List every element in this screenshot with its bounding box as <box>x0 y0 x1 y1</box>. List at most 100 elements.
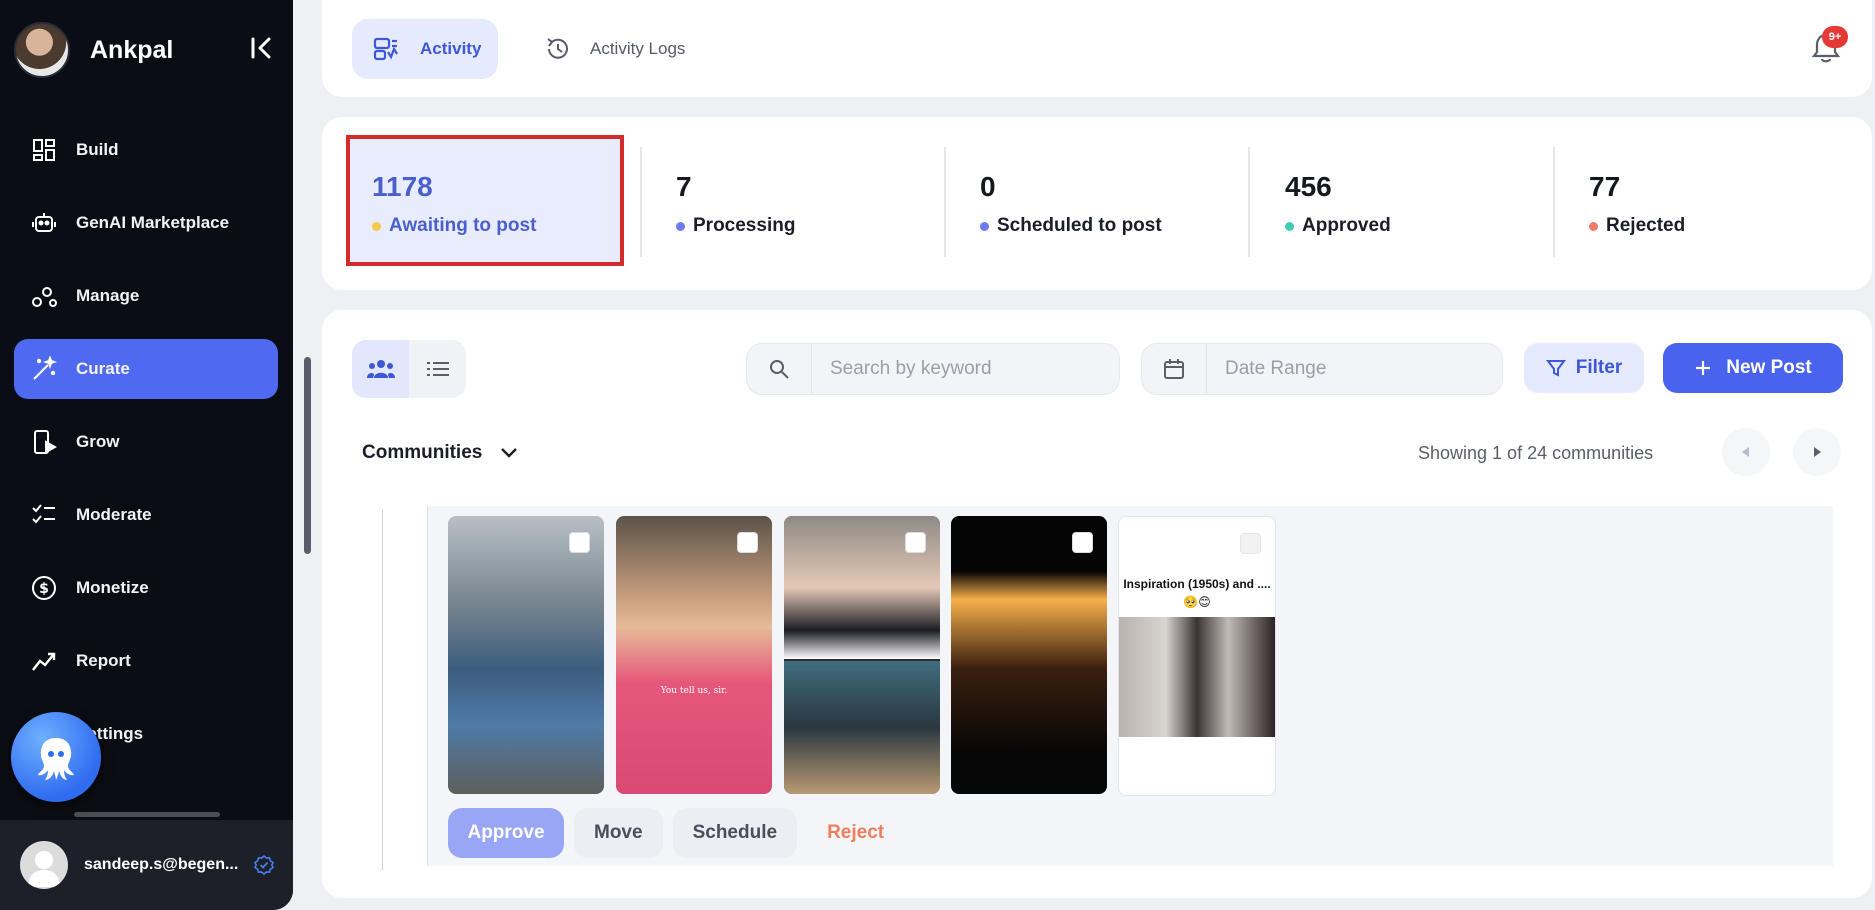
post-thumbnail[interactable] <box>951 516 1107 794</box>
thumbnail-image <box>1119 617 1275 737</box>
list-icon <box>426 362 449 376</box>
sidebar-scrollbar-horizontal[interactable] <box>74 812 220 817</box>
main-panel: Search by keyword Date Range Filter New … <box>322 310 1872 898</box>
previous-page-button[interactable] <box>1722 428 1770 476</box>
stat-scheduled-to-post[interactable]: 0 Scheduled to post <box>958 139 1228 262</box>
stat-label-row: Approved <box>1285 215 1391 237</box>
status-dot <box>372 221 381 231</box>
nodes-icon <box>30 282 58 310</box>
stat-value: 77 <box>1589 171 1621 202</box>
post-select-checkbox[interactable] <box>1240 533 1261 554</box>
tab-activity[interactable]: Activity <box>352 19 498 79</box>
divider <box>944 147 946 257</box>
top-bar: Activity Activity Logs 9+ <box>322 0 1872 97</box>
stat-label: Scheduled to post <box>997 215 1162 236</box>
stat-processing[interactable]: 7 Processing <box>654 139 924 262</box>
post-thumbnail[interactable] <box>784 516 940 794</box>
status-dot <box>980 221 989 231</box>
brand-avatar <box>14 22 70 78</box>
filter-button[interactable]: Filter <box>1524 343 1644 393</box>
post-caption: You tell us, sir. <box>660 686 728 696</box>
sidebar-item-report[interactable]: Report <box>14 631 278 691</box>
post-thumbnail[interactable] <box>448 516 604 794</box>
chevron-left-icon <box>1742 447 1749 457</box>
user-profile[interactable]: sandeep.s@begen... <box>0 820 293 910</box>
stat-label: Rejected <box>1606 215 1686 236</box>
new-post-button[interactable]: New Post <box>1663 343 1843 393</box>
avatar <box>20 841 68 889</box>
users-group-icon <box>366 360 395 378</box>
history-icon <box>544 35 572 63</box>
search-input[interactable]: Search by keyword <box>830 358 992 380</box>
date-range-picker[interactable]: Date Range <box>1141 343 1503 395</box>
status-dot <box>676 221 685 231</box>
reject-button[interactable]: Reject <box>807 808 904 858</box>
activity-icon <box>372 35 400 63</box>
notification-badge: 9+ <box>1822 26 1848 48</box>
post-select-checkbox[interactable] <box>905 532 926 553</box>
divider <box>1248 147 1250 257</box>
post-select-checkbox[interactable] <box>569 532 590 553</box>
list-view-button[interactable] <box>409 340 466 398</box>
communities-label: Communities <box>362 442 483 463</box>
sidebar: Ankpal Build GenAI Marketplace Manage Cu… <box>0 0 293 910</box>
stat-value: 7 <box>676 171 692 202</box>
stat-label-row: Processing <box>676 215 795 237</box>
thumbnail-frame <box>784 661 940 794</box>
search-box[interactable]: Search by keyword <box>746 343 1120 395</box>
approve-button[interactable]: Approve <box>448 808 564 858</box>
date-range-input[interactable]: Date Range <box>1225 358 1326 380</box>
sidebar-item-genai-marketplace[interactable]: GenAI Marketplace <box>14 193 278 253</box>
post-gallery: You tell us, sir. Inspiration (1950s) an… <box>427 506 1833 866</box>
sidebar-nav: Build GenAI Marketplace Manage Curate Gr… <box>14 120 278 777</box>
tab-label: Activity <box>420 39 482 58</box>
sidebar-item-label: Curate <box>76 359 130 378</box>
move-button[interactable]: Move <box>574 808 663 858</box>
sidebar-item-build[interactable]: Build <box>14 120 278 180</box>
stat-value: 0 <box>980 171 996 202</box>
status-dot <box>1589 221 1598 231</box>
plus-icon <box>1696 361 1711 375</box>
collapse-sidebar-icon[interactable] <box>248 34 276 62</box>
community-view-button[interactable] <box>352 340 409 398</box>
svg-text:$: $ <box>39 581 49 597</box>
stat-label-row: Awaiting to post <box>372 215 536 237</box>
stat-awaiting-to-post[interactable]: 1178 Awaiting to post <box>346 135 624 266</box>
octopus-icon <box>38 738 74 780</box>
sidebar-item-grow[interactable]: Grow <box>14 412 278 472</box>
stat-value: 456 <box>1285 171 1332 202</box>
stat-approved[interactable]: 456 Approved <box>1263 139 1533 262</box>
sidebar-item-monetize[interactable]: $ Monetize <box>14 558 278 618</box>
post-thumbnail[interactable]: Inspiration (1950s) and .... 🥺😊 <box>1118 516 1276 796</box>
tab-activity-logs[interactable]: Activity Logs <box>544 19 714 79</box>
pagination-status: Showing 1 of 24 communities <box>1418 443 1654 463</box>
stats-panel: 1178 Awaiting to post 7 Processing 0 Sch… <box>322 117 1872 290</box>
sidebar-item-label: GenAI Marketplace <box>76 213 230 232</box>
dollar-icon: $ <box>30 574 58 602</box>
assistant-bot-button[interactable] <box>11 712 101 802</box>
next-page-button[interactable] <box>1793 428 1841 476</box>
post-thumbnail[interactable]: You tell us, sir. <box>616 516 772 794</box>
sidebar-item-curate[interactable]: Curate <box>14 339 278 399</box>
sidebar-item-label: Grow <box>76 432 120 451</box>
stat-rejected[interactable]: 77 Rejected <box>1567 139 1837 262</box>
sidebar-item-moderate[interactable]: Moderate <box>14 485 278 545</box>
brand: Ankpal <box>14 22 173 78</box>
communities-dropdown[interactable]: Communities <box>362 442 520 464</box>
post-select-checkbox[interactable] <box>737 532 758 553</box>
stat-label: Approved <box>1302 215 1391 236</box>
stat-label: Awaiting to post <box>389 215 537 236</box>
sidebar-item-label: Moderate <box>76 505 152 524</box>
divider <box>640 147 642 257</box>
sidebar-scrollbar[interactable] <box>304 357 311 554</box>
checklist-icon <box>30 501 58 529</box>
sidebar-item-manage[interactable]: Manage <box>14 266 278 326</box>
user-email: sandeep.s@begen... <box>84 856 239 873</box>
status-dot <box>1285 221 1294 231</box>
post-actions: Approve Move Schedule Reject <box>448 808 904 858</box>
post-select-checkbox[interactable] <box>1072 532 1093 553</box>
stat-label-row: Scheduled to post <box>980 215 1162 237</box>
sidebar-item-label: Monetize <box>76 578 149 597</box>
schedule-button[interactable]: Schedule <box>672 808 798 858</box>
filter-label: Filter <box>1575 357 1623 378</box>
